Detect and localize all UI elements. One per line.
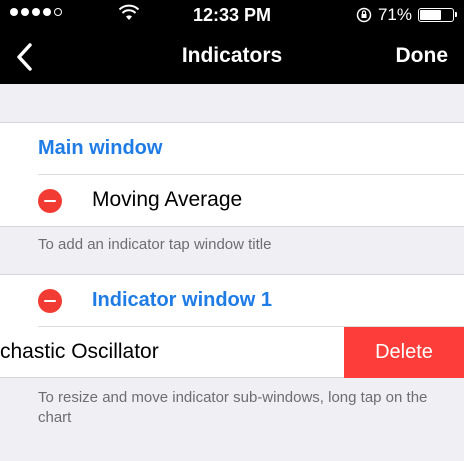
list-item: Moving Average: [0, 175, 464, 226]
remove-minus-icon[interactable]: [38, 289, 62, 313]
list-item[interactable]: chastic Oscillator Delete: [0, 327, 464, 378]
battery-icon: [418, 8, 457, 22]
indicator-window-header-row[interactable]: Indicator window 1: [0, 275, 464, 326]
navigation-bar: Indicators Done: [0, 30, 464, 84]
main-window-footer: To add an indicator tap window title: [38, 236, 272, 253]
main-window-header[interactable]: Main window: [38, 137, 162, 160]
remove-minus-icon[interactable]: [38, 189, 62, 213]
indicator-window-footer: To resize and move indicator sub-windows…: [38, 389, 428, 426]
indicator-label: chastic Oscillator: [0, 340, 159, 363]
main-window-section: Main window Moving Average: [0, 122, 464, 227]
done-button[interactable]: Done: [396, 44, 449, 68]
battery-percent: 71%: [377, 5, 412, 24]
status-bar: 12:33 PM 71%: [0, 0, 464, 30]
back-button[interactable]: [14, 42, 34, 72]
page-title: Indicators: [181, 44, 283, 67]
main-window-header-row[interactable]: Main window: [0, 123, 464, 174]
indicator-window-header[interactable]: Indicator window 1: [92, 289, 272, 312]
delete-button[interactable]: Delete: [344, 327, 464, 378]
orientation-lock-icon: [356, 7, 372, 23]
indicator-window-section: Indicator window 1 chastic Oscillator De…: [0, 274, 464, 378]
indicator-label: Moving Average: [92, 188, 243, 211]
